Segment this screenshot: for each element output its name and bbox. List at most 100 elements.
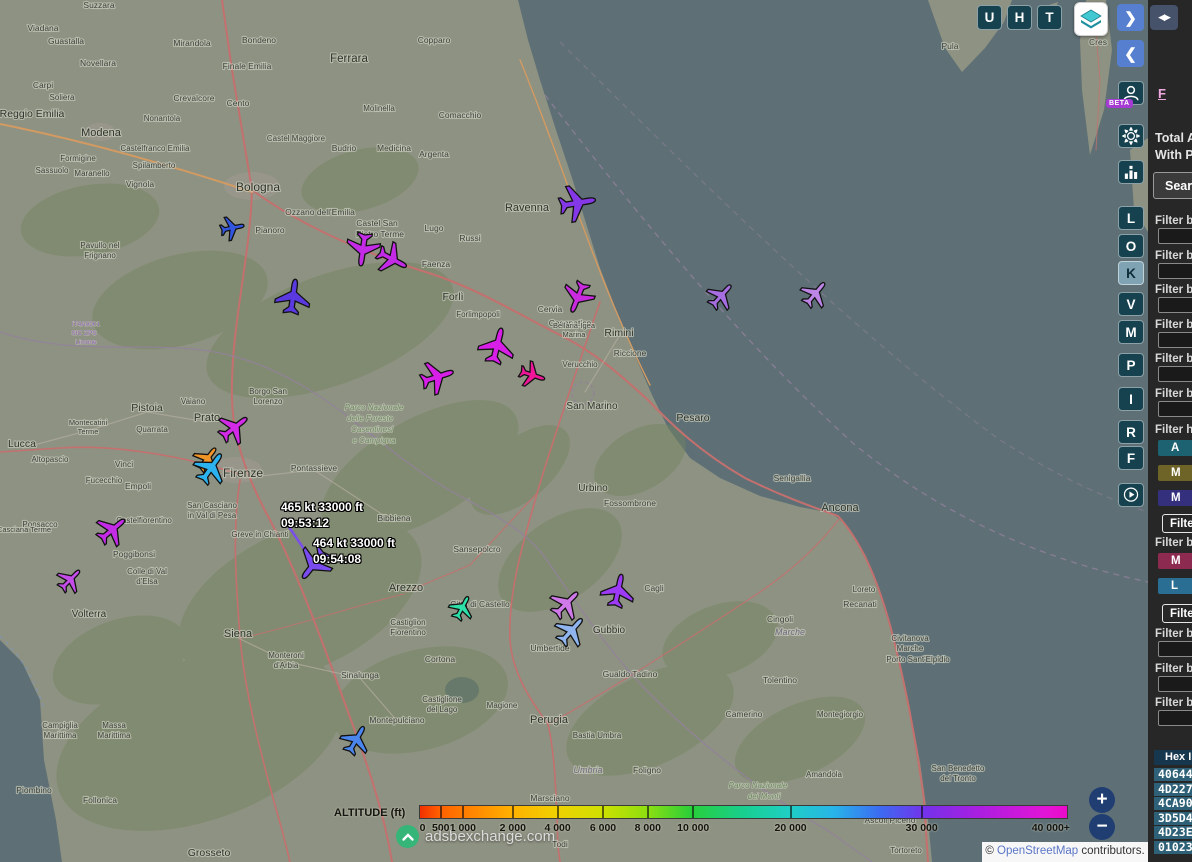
map-place-label: Soliera bbox=[50, 93, 75, 102]
map-button-h[interactable]: H bbox=[1007, 5, 1032, 30]
layers-button[interactable] bbox=[1074, 2, 1108, 36]
map-place-label: Maranello bbox=[74, 169, 110, 178]
map-place-label: d'Elsa bbox=[136, 577, 158, 586]
stats-button[interactable] bbox=[1118, 160, 1144, 184]
filter-label: Filter b bbox=[1155, 628, 1192, 640]
map-button-m[interactable]: M bbox=[1118, 320, 1144, 344]
filter-input[interactable] bbox=[1158, 401, 1192, 417]
map-place-label: Empoli bbox=[125, 481, 151, 491]
filter-input[interactable] bbox=[1158, 263, 1192, 279]
map-place-label: Forlimpopoli bbox=[456, 310, 500, 319]
map-place-label: Recanati bbox=[843, 599, 877, 609]
map-place-label: Cres bbox=[1089, 37, 1107, 47]
map-place-label: Lucca bbox=[8, 438, 36, 450]
filter-toggle-button[interactable]: A bbox=[1158, 440, 1192, 456]
hex-id-row[interactable]: 4D23E3 bbox=[1154, 826, 1192, 839]
filter-action-button[interactable]: Filter bbox=[1162, 514, 1192, 533]
map-place-label: Mirandola bbox=[173, 38, 211, 48]
filter-label: Filter h bbox=[1155, 424, 1192, 436]
legend-divider bbox=[462, 806, 464, 818]
filter-input[interactable] bbox=[1158, 297, 1192, 313]
legend-tick-label: 20 000 bbox=[775, 822, 807, 834]
aircraft-icon[interactable] bbox=[476, 324, 519, 367]
legend-divider bbox=[440, 806, 442, 818]
legend-tick-label: 30 000 bbox=[906, 822, 938, 834]
hex-id-row[interactable]: 4D227F bbox=[1154, 783, 1192, 796]
map-button-t[interactable]: T bbox=[1037, 5, 1062, 30]
map-button-p[interactable]: P bbox=[1118, 353, 1144, 377]
legend-tick-label: 10 000 bbox=[677, 822, 709, 834]
map-place-label: Pesaro bbox=[676, 412, 709, 424]
replay-button[interactable] bbox=[1118, 483, 1144, 507]
zoom-out-button[interactable]: − bbox=[1089, 814, 1115, 840]
map-place-label: Pula bbox=[941, 41, 958, 51]
map-place-label: Bellaria-Igea bbox=[553, 321, 596, 330]
map-place-label: Bibbiena bbox=[377, 513, 410, 523]
map-place-label: Castiglion bbox=[390, 618, 425, 627]
map-place-label: San Benedetto bbox=[932, 764, 985, 773]
adsbexchange-link[interactable]: adsbexchange.com bbox=[425, 828, 555, 845]
map-place-label: Siena bbox=[224, 628, 253, 640]
map-place-label: Cento bbox=[227, 98, 250, 108]
openstreetmap-link[interactable]: OpenStreetMap bbox=[997, 845, 1078, 857]
filter-input[interactable] bbox=[1158, 641, 1192, 657]
map-place-label: del Lago bbox=[427, 705, 458, 714]
map-svg: BolognaFerraraModenaReggio EmiliaRavenna… bbox=[0, 0, 1148, 862]
map-place-label: Magione bbox=[487, 701, 518, 710]
pan-right-button[interactable]: ❯ bbox=[1117, 4, 1144, 31]
sidebar-top-link[interactable]: F bbox=[1158, 86, 1166, 101]
aircraft-icon[interactable] bbox=[599, 571, 638, 610]
filter-toggle-button[interactable]: M bbox=[1158, 553, 1192, 569]
map-place-label: Marina bbox=[563, 330, 587, 339]
filter-input[interactable] bbox=[1158, 332, 1192, 348]
pan-left-button[interactable]: ❮ bbox=[1117, 40, 1144, 67]
map-place-label: Ferrara bbox=[330, 53, 368, 65]
legend-tick-label: 40 000+ bbox=[1032, 822, 1070, 834]
zoom-in-button[interactable]: + bbox=[1089, 787, 1115, 813]
search-button[interactable]: Sear bbox=[1153, 172, 1192, 199]
map-canvas[interactable]: BolognaFerraraModenaReggio EmiliaRavenna… bbox=[0, 0, 1148, 862]
adsb-attribution[interactable]: adsbexchange.com bbox=[396, 825, 555, 848]
hex-id-row[interactable]: 4CA90A bbox=[1154, 797, 1192, 810]
map-place-label: Fiorentino bbox=[390, 628, 426, 637]
filter-action-button[interactable]: Filter bbox=[1162, 604, 1192, 623]
settings-button[interactable] bbox=[1118, 124, 1144, 148]
map-place-label: IT4A0001 bbox=[72, 321, 101, 328]
filter-input[interactable] bbox=[1158, 676, 1192, 692]
map-place-label: Carpi bbox=[33, 80, 53, 90]
filter-label: Filter b bbox=[1155, 353, 1192, 365]
map-button-o[interactable]: O bbox=[1118, 234, 1144, 258]
sidebar-expand-button[interactable]: ◀▶ bbox=[1150, 5, 1178, 30]
aircraft-icon[interactable] bbox=[516, 359, 548, 391]
aircraft-icon[interactable] bbox=[90, 508, 134, 552]
filter-input[interactable] bbox=[1158, 710, 1192, 726]
map-button-f[interactable]: F bbox=[1118, 446, 1144, 470]
map-button-k[interactable]: K bbox=[1118, 261, 1144, 285]
map-place-label: Grosseto bbox=[188, 847, 231, 859]
map-button-r[interactable]: R bbox=[1118, 420, 1144, 444]
map-button-i[interactable]: I bbox=[1118, 387, 1144, 411]
map-place-label: Terme bbox=[78, 427, 99, 436]
aircraft-icon[interactable] bbox=[218, 214, 246, 242]
map-place-label: Argenta bbox=[419, 149, 449, 159]
filter-toggle-button[interactable]: L bbox=[1158, 578, 1192, 594]
legend-tick-label: 6 000 bbox=[590, 822, 616, 834]
hex-id-row[interactable]: 406442 bbox=[1154, 768, 1192, 781]
hex-id-row[interactable]: 01023D bbox=[1154, 841, 1192, 854]
map-button-u[interactable]: U bbox=[977, 5, 1002, 30]
map-button-l[interactable]: L bbox=[1118, 206, 1144, 230]
aircraft-icon[interactable] bbox=[417, 356, 459, 398]
altitude-legend-title: ALTITUDE (ft) bbox=[334, 807, 405, 819]
map-place-label: e Campigna bbox=[352, 436, 396, 445]
filter-toggle-button[interactable]: M bbox=[1158, 490, 1192, 506]
map-place-label: Vignola bbox=[126, 179, 154, 189]
map-place-label: Fossombrone bbox=[604, 498, 656, 508]
map-button-v[interactable]: V bbox=[1118, 292, 1144, 316]
hex-id-row[interactable]: 3D5D4B bbox=[1154, 812, 1192, 825]
filter-input[interactable] bbox=[1158, 366, 1192, 382]
filter-toggle-button[interactable]: M bbox=[1158, 465, 1192, 481]
aircraft-icon[interactable] bbox=[52, 562, 88, 598]
aircraft-icon[interactable] bbox=[557, 277, 598, 318]
filter-input[interactable] bbox=[1158, 228, 1192, 244]
total-aircraft-label: Total A bbox=[1155, 131, 1192, 145]
